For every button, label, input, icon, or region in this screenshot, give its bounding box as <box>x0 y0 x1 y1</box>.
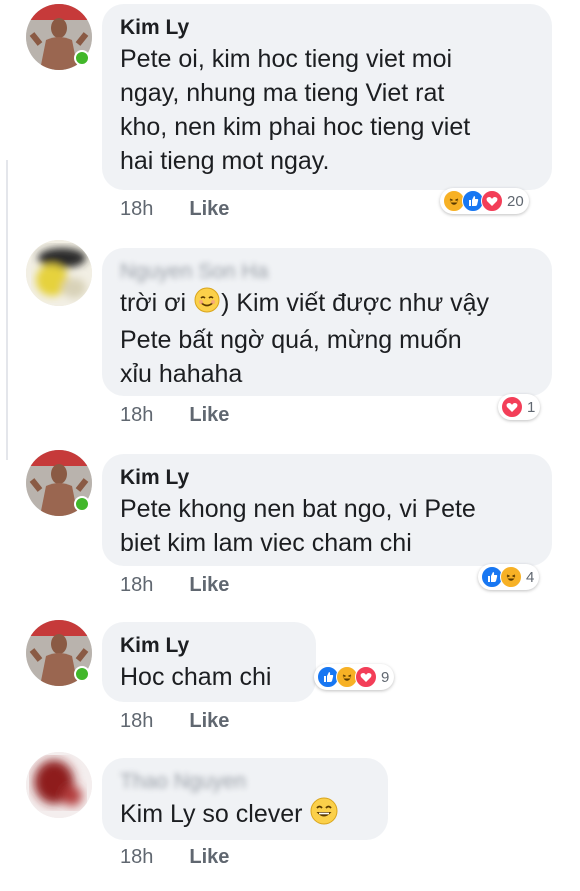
comment-time[interactable]: 18h <box>120 198 153 220</box>
avatar-photo-icon <box>26 752 92 818</box>
reactions-summary[interactable]: 20 <box>440 188 529 214</box>
comment-text-part: trời ơi <box>120 289 194 318</box>
comment-time[interactable]: 18h <box>120 846 153 868</box>
like-button[interactable]: Like <box>189 198 229 220</box>
smiling-emoji-icon <box>193 286 221 323</box>
like-button[interactable]: Like <box>189 710 229 732</box>
comment-author[interactable]: Kim Ly <box>120 632 298 660</box>
comment-meta: 18h Like <box>120 846 229 869</box>
comment-meta: 18h Like <box>120 574 229 597</box>
avatar[interactable] <box>26 240 92 306</box>
comment-bubble: Kim Ly Pete khong nen bat ngo, vi Pete b… <box>102 454 552 566</box>
online-indicator <box>74 50 90 66</box>
laughing-emoji-icon <box>309 796 339 835</box>
comment-text: trời ơi ) Kim viết được như vậy Pete bất… <box>120 286 534 391</box>
comment-author[interactable]: Nguyen Son Ha <box>120 258 534 286</box>
online-indicator <box>74 666 90 682</box>
comment-author[interactable]: Thao Nguyen <box>120 768 370 796</box>
comment-bubble: Nguyen Son Ha trời ơi ) Kim viết được nh… <box>102 248 552 396</box>
comment-author[interactable]: Kim Ly <box>120 14 534 42</box>
comment-author[interactable]: Kim Ly <box>120 464 534 492</box>
comment-meta: 18h Like <box>120 404 229 427</box>
reactions-summary[interactable]: 4 <box>478 564 540 590</box>
comment-meta: 18h Like <box>120 198 229 221</box>
comment-text: Pete khong nen bat ngo, vi Pete biet kim… <box>120 495 476 557</box>
online-indicator <box>74 496 90 512</box>
comment-time[interactable]: 18h <box>120 710 153 732</box>
reactions-summary[interactable]: 9 <box>314 664 395 690</box>
reactions-summary[interactable]: 1 <box>498 394 541 420</box>
reaction-count: 4 <box>526 568 535 586</box>
reaction-count: 9 <box>381 668 390 686</box>
comment-text: Kim Ly so clever <box>120 796 370 835</box>
love-icon <box>481 190 503 212</box>
reaction-count: 1 <box>527 398 536 416</box>
like-button[interactable]: Like <box>189 574 229 596</box>
like-button[interactable]: Like <box>189 404 229 426</box>
avatar-photo-icon <box>26 240 92 306</box>
reaction-count: 20 <box>507 192 524 210</box>
comment-meta: 18h Like <box>120 710 229 733</box>
love-icon <box>501 396 523 418</box>
comment-bubble: Kim Ly Pete oi, kim hoc tieng viet moi n… <box>102 4 552 190</box>
comment-text: Hoc cham chi <box>120 663 272 691</box>
avatar[interactable] <box>26 752 92 818</box>
comment-text: Pete oi, kim hoc tieng viet moi ngay, nh… <box>120 45 471 175</box>
comment-text-part: Kim Ly so clever <box>120 800 303 829</box>
comment-time[interactable]: 18h <box>120 574 153 596</box>
comment-bubble: Kim Ly Hoc cham chi <box>102 622 316 702</box>
thread-line <box>6 160 8 460</box>
haha-icon <box>500 566 522 588</box>
love-icon <box>355 666 377 688</box>
comment-bubble: Thao Nguyen Kim Ly so clever <box>102 758 388 840</box>
comment-time[interactable]: 18h <box>120 404 153 426</box>
like-button[interactable]: Like <box>189 846 229 868</box>
